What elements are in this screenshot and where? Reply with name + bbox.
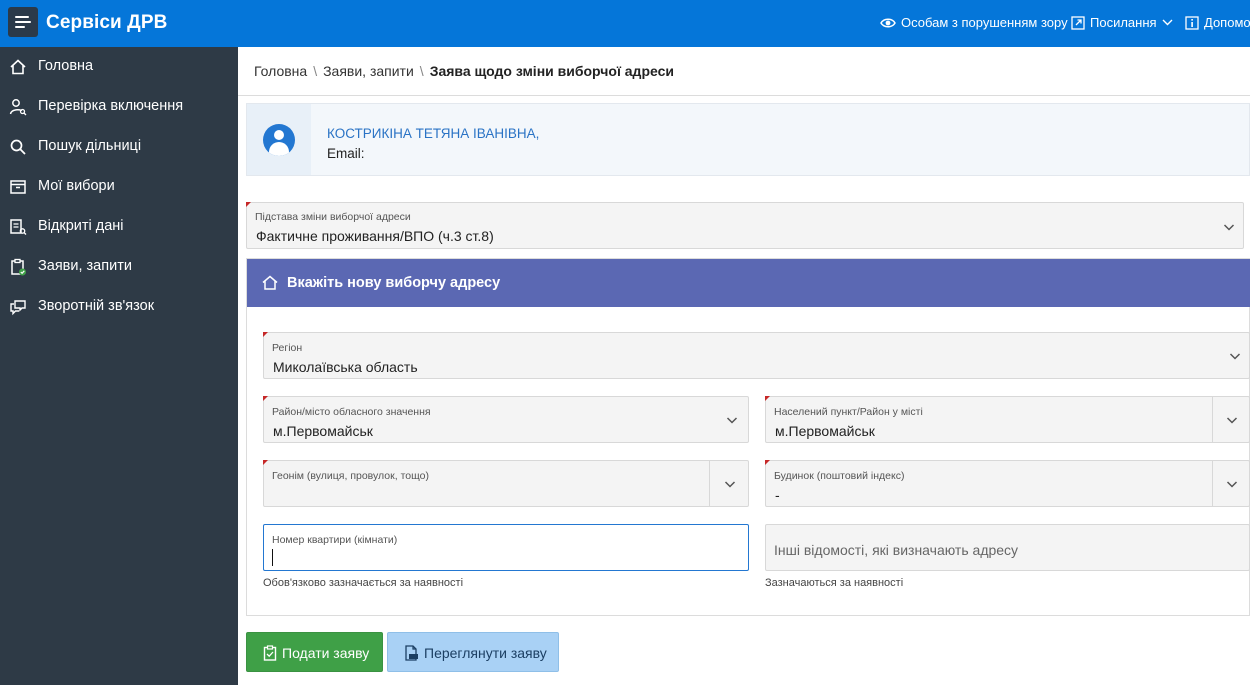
breadcrumb-divider [238, 95, 1250, 96]
app-title[interactable]: Сервіси ДРВ [46, 12, 167, 34]
other-info-hint: Зазначаються за наявності [765, 577, 904, 589]
avatar-box [247, 104, 311, 175]
chevron-down-icon[interactable] [1226, 414, 1238, 426]
chevron-down-icon[interactable] [724, 478, 736, 490]
district-value: м.Первомайськ [273, 423, 373, 439]
apartment-label: Номер квартири (кімнати) [272, 534, 398, 546]
district-select[interactable]: Район/місто обласного значення м.Первома… [263, 396, 749, 443]
sidebar: Головна Перевірка включення Пошук дільни… [0, 47, 238, 685]
top-bar: Сервіси ДРВ Особам з порушенням зору Пос… [0, 0, 1250, 47]
chevron-down-icon [726, 417, 738, 424]
menu-toggle-button[interactable] [8, 7, 38, 37]
required-marker [765, 460, 770, 465]
required-marker [263, 460, 268, 465]
sidebar-item-feedback[interactable]: Зворотній зв'язок [0, 287, 238, 327]
avatar [263, 124, 295, 156]
chevron-down-icon [1229, 353, 1241, 360]
region-select[interactable]: Регіон Миколаївська область [263, 332, 1250, 379]
building-select[interactable]: Будинок (поштовий індекс) - [765, 460, 1250, 507]
sidebar-item-requests[interactable]: Заяви, запити [0, 247, 238, 287]
building-label: Будинок (поштовий індекс) [774, 470, 905, 482]
sidebar-item-find-precinct[interactable]: Пошук дільниці [0, 127, 238, 167]
sidebar-item-label: Перевірка включення [38, 98, 184, 114]
archive-box-icon [10, 180, 26, 194]
links-menu[interactable]: Посилання [1071, 15, 1173, 30]
sidebar-item-label: Мої вибори [38, 178, 115, 194]
sidebar-item-label: Відкриті дані [38, 218, 124, 234]
sidebar-item-label: Зворотній зв'язок [38, 298, 155, 314]
sidebar-item-open-data[interactable]: Відкриті дані [0, 207, 238, 247]
links-label: Посилання [1090, 15, 1157, 30]
database-icon [10, 219, 27, 235]
search-icon [10, 139, 26, 155]
settlement-label: Населений пункт/Район у місті [774, 406, 923, 418]
info-icon [1185, 15, 1199, 30]
address-section-title: Вкажіть нову виборчу адресу [287, 275, 501, 291]
sidebar-item-my-elections[interactable]: Мої вибори [0, 167, 238, 207]
text-caret [272, 549, 273, 566]
breadcrumb: Головна \ Заяви, запити \ Заява щодо зміни в… [254, 63, 674, 79]
sidebar-item-label: Пошук дільниці [38, 138, 142, 154]
required-marker [263, 396, 268, 401]
pdf-file-icon [405, 645, 418, 661]
apartment-hint: Обов'язково зазначається за наявності [263, 577, 464, 589]
street-label: Геонім (вулиця, провулок, тощо) [272, 470, 429, 482]
user-card: КОСТРИКІНА ТЕТЯНА ІВАНІВНА, Email: [246, 103, 1250, 176]
required-marker [765, 396, 770, 401]
district-label: Район/місто обласного значення [272, 406, 431, 418]
home-icon [262, 275, 278, 290]
home-icon [10, 59, 26, 75]
submit-button[interactable]: Подати заяву [246, 632, 383, 672]
user-info: КОСТРИКІНА ТЕТЯНА ІВАНІВНА, Email: [327, 124, 539, 164]
chevron-down-icon [1162, 19, 1173, 26]
building-value: - [775, 487, 780, 503]
required-marker [263, 332, 268, 337]
required-marker [246, 202, 251, 207]
address-section-header: Вкажіть нову виборчу адресу [247, 259, 1250, 307]
user-search-icon [9, 99, 27, 116]
sidebar-item-home[interactable]: Головна [0, 47, 238, 87]
breadcrumb-section[interactable]: Заяви, запити [323, 63, 414, 79]
sidebar-item-label: Заяви, запити [38, 258, 132, 274]
clipboard-check-icon [11, 258, 26, 276]
sidebar-item-label: Головна [38, 58, 94, 74]
region-value: Миколаївська область [273, 359, 418, 375]
settlement-select[interactable]: Населений пункт/Район у місті м.Первомай… [765, 396, 1250, 443]
help-link[interactable]: Допомо [1185, 15, 1250, 30]
settlement-value: м.Первомайськ [775, 423, 875, 439]
reason-select[interactable]: Підстава зміни виборчої адреси Фактичне … [246, 202, 1244, 249]
apartment-input[interactable]: Номер квартири (кімнати) [263, 524, 749, 571]
chat-bubbles-icon [10, 300, 26, 316]
breadcrumb-home[interactable]: Головна [254, 63, 307, 79]
region-label: Регіон [272, 342, 303, 354]
breadcrumb-current: Заява щодо зміни виборчої адреси [429, 63, 674, 79]
user-name: КОСТРИКІНА ТЕТЯНА ІВАНІВНА, [327, 126, 540, 141]
chevron-down-icon[interactable] [1226, 478, 1238, 490]
eye-icon [880, 18, 896, 27]
reason-label: Підстава зміни виборчої адреси [255, 211, 411, 223]
user-email-label: Email: [327, 146, 365, 161]
accessibility-label: Особам з порушенням зору [901, 15, 1068, 30]
reason-value: Фактичне проживання/ВПО (ч.3 ст.8) [256, 228, 494, 244]
other-info-input[interactable]: Інші відомості, які визначають адресу [765, 524, 1250, 571]
external-link-icon [1071, 15, 1085, 30]
help-label: Допомо [1204, 15, 1250, 30]
other-info-placeholder: Інші відомості, які визначають адресу [774, 542, 1019, 558]
preview-label: Переглянути заяву [424, 645, 547, 661]
chevron-down-icon [1223, 224, 1235, 231]
sidebar-item-check-inclusion[interactable]: Перевірка включення [0, 87, 238, 127]
clipboard-icon [263, 645, 277, 661]
street-select[interactable]: Геонім (вулиця, провулок, тощо) [263, 460, 749, 507]
submit-label: Подати заяву [282, 645, 370, 661]
preview-button[interactable]: Переглянути заяву [387, 632, 559, 672]
accessibility-link[interactable]: Особам з порушенням зору [880, 15, 1068, 30]
